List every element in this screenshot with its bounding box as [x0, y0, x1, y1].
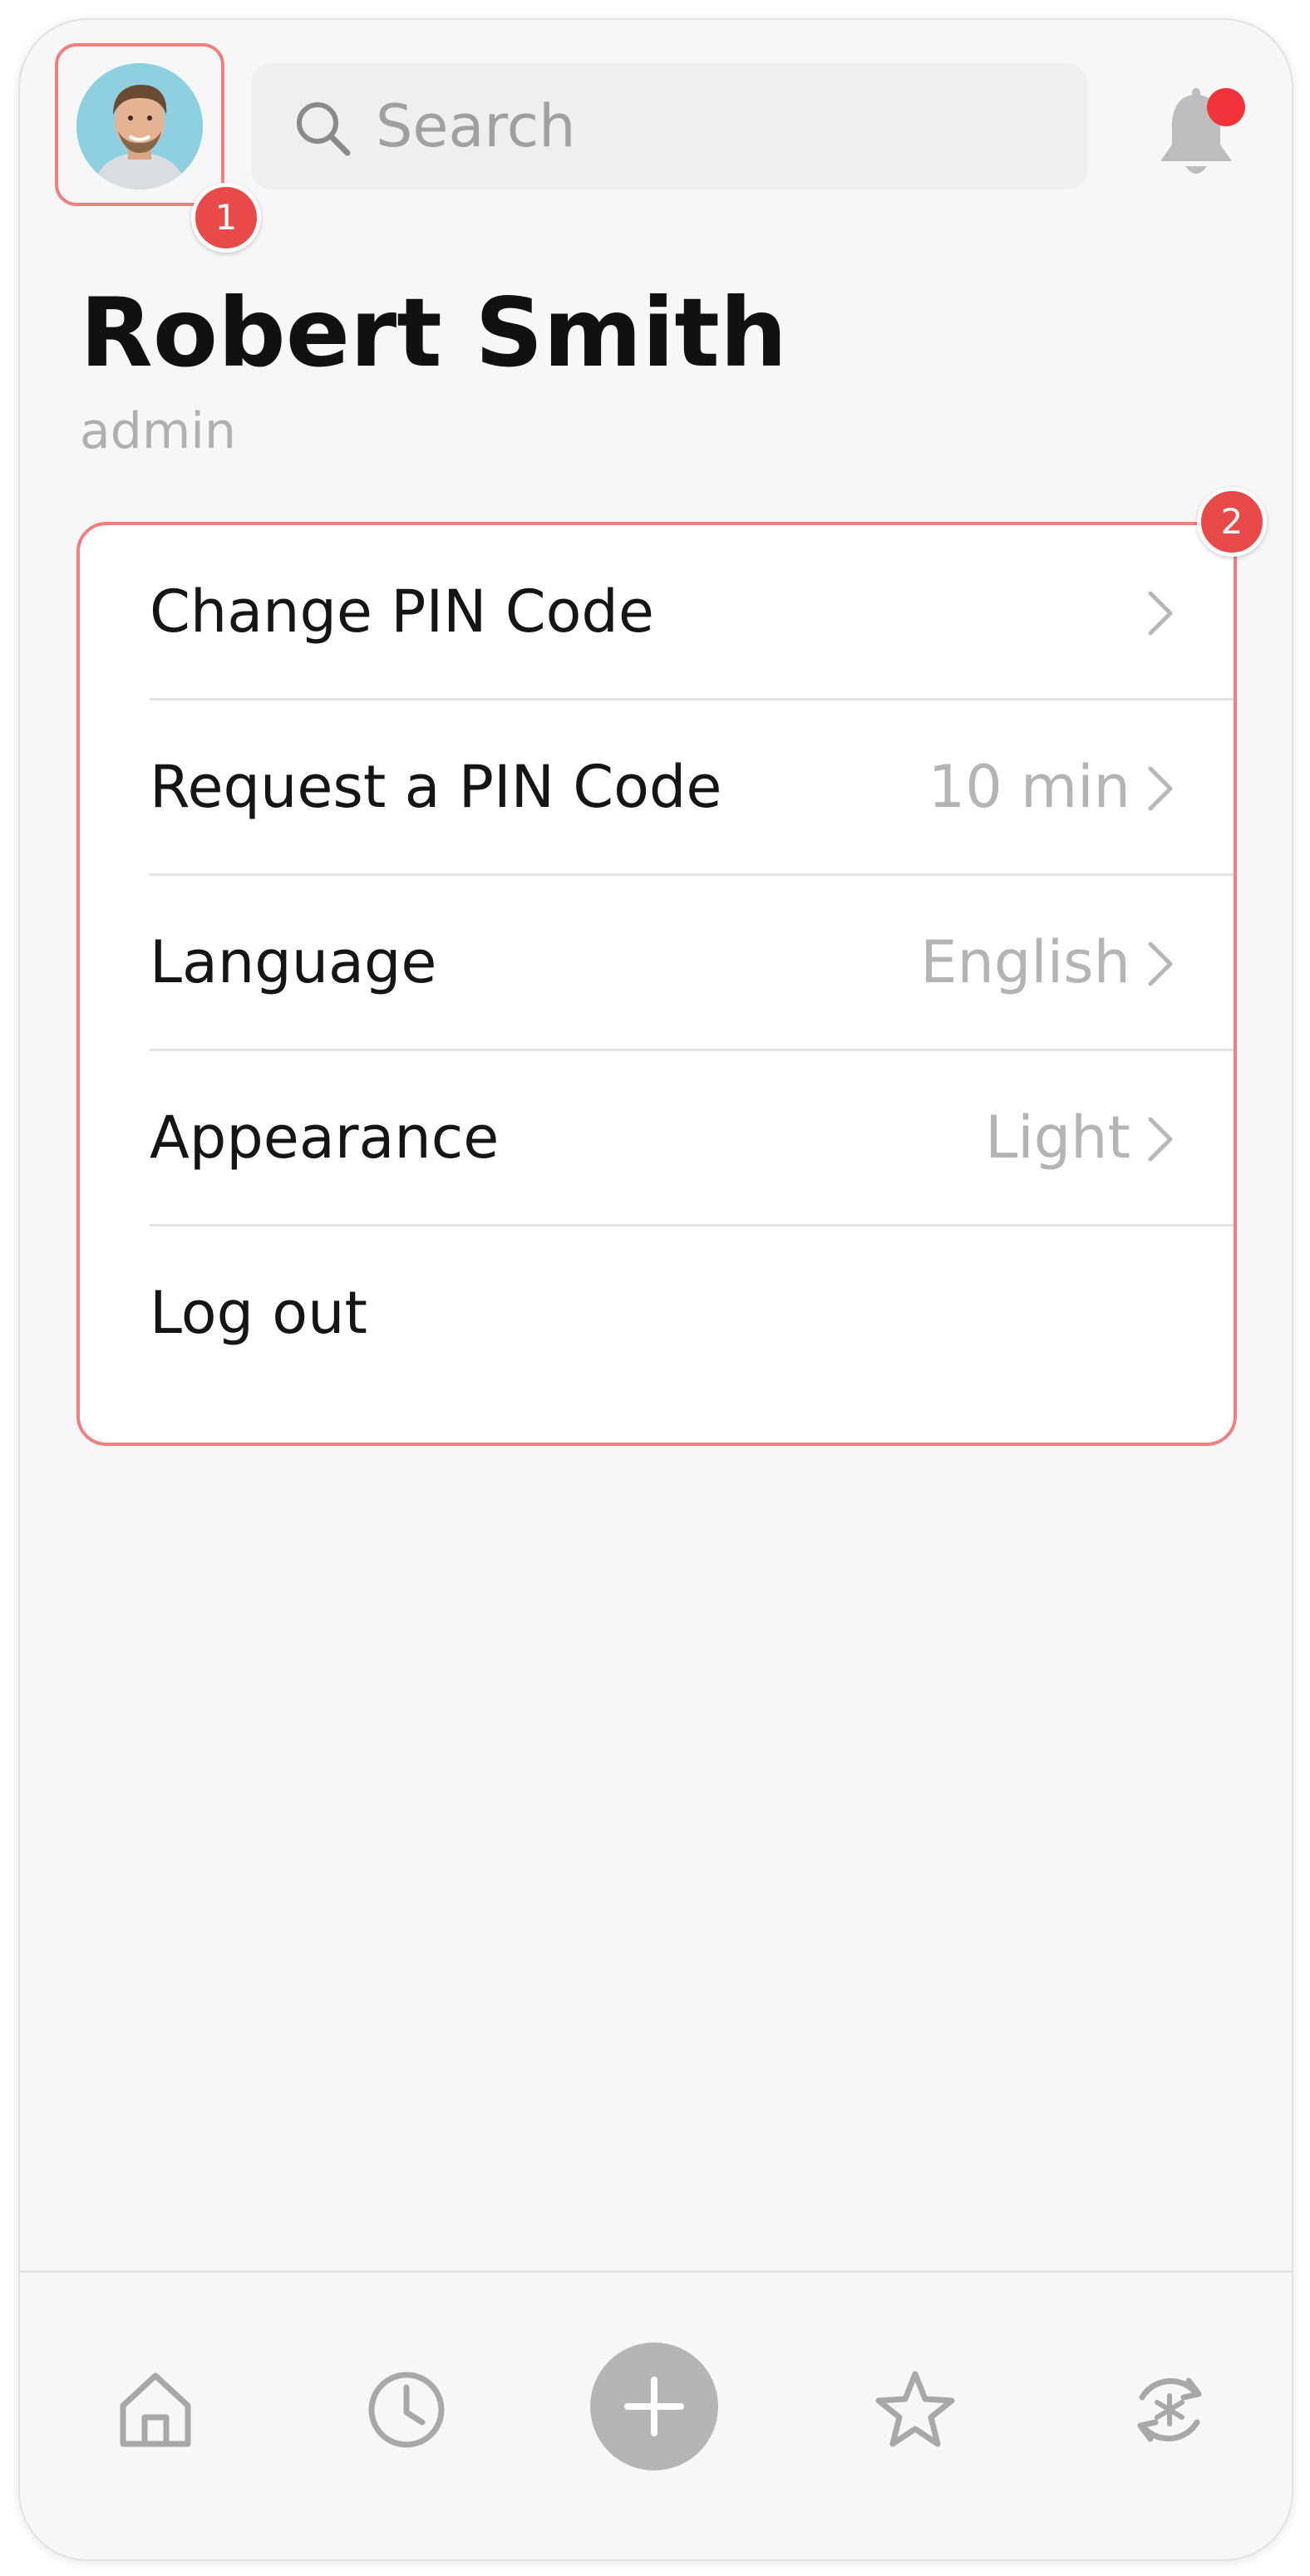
- settings-row-value: 10 min: [928, 753, 1130, 821]
- settings-row-label: Appearance: [150, 1104, 500, 1172]
- nav-favorites[interactable]: [869, 2364, 961, 2456]
- annotation-badge-1: 1: [191, 183, 261, 253]
- star-icon: [875, 2371, 955, 2447]
- settings-row-label: Change PIN Code: [150, 578, 654, 646]
- settings-row-appearance[interactable]: Appearance Light: [150, 1051, 1234, 1227]
- bottom-nav: [20, 2270, 1292, 2559]
- user-name: Robert Smith: [80, 278, 788, 388]
- nav-add-button[interactable]: [590, 2342, 718, 2470]
- nav-history[interactable]: [361, 2364, 452, 2456]
- chevron-right-icon: [1148, 591, 1173, 636]
- avatar[interactable]: [76, 63, 203, 189]
- home-icon: [120, 2372, 191, 2447]
- search-bar[interactable]: [251, 63, 1087, 189]
- settings-row-language[interactable]: Language English: [150, 876, 1234, 1051]
- settings-row-change-pin[interactable]: Change PIN Code: [150, 525, 1234, 701]
- sync-icon: [1137, 2377, 1202, 2442]
- settings-card: Change PIN Code Request a PIN Code 10 mi…: [76, 522, 1237, 1446]
- plus-icon: [624, 2377, 684, 2436]
- search-input[interactable]: [376, 63, 1041, 189]
- nav-home[interactable]: [110, 2364, 201, 2456]
- chevron-right-icon: [1148, 1117, 1173, 1162]
- notification-dot: [1207, 88, 1245, 126]
- phone-frame: 1 Robert Smith admin Change PIN Code Req…: [18, 18, 1293, 2561]
- settings-row-logout[interactable]: Log out: [150, 1227, 1234, 1399]
- user-role: admin: [80, 402, 236, 460]
- nav-sync[interactable]: [1124, 2364, 1215, 2456]
- user-photo-icon: [76, 63, 203, 189]
- settings-row-value: English: [920, 928, 1130, 996]
- search-icon: [297, 102, 351, 156]
- settings-row-label: Language: [150, 928, 437, 996]
- settings-row-label: Request a PIN Code: [150, 753, 722, 821]
- settings-row-label: Log out: [150, 1279, 367, 1347]
- clock-icon: [368, 2372, 445, 2448]
- chevron-right-icon: [1148, 766, 1173, 811]
- settings-row-value: Light: [985, 1104, 1130, 1172]
- chevron-right-icon: [1148, 941, 1173, 986]
- settings-row-request-pin[interactable]: Request a PIN Code 10 min: [150, 701, 1234, 876]
- annotation-badge-2: 2: [1197, 487, 1267, 557]
